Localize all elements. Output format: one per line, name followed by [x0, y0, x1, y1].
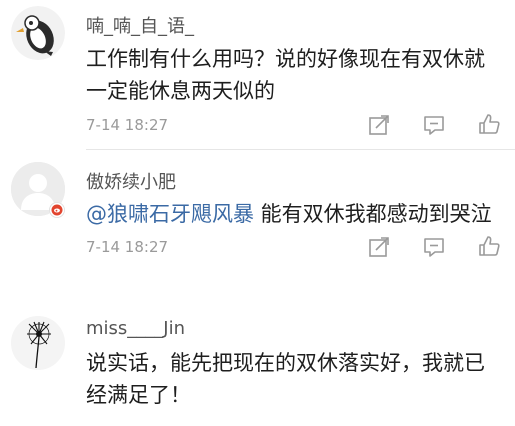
- like-button[interactable]: [478, 113, 500, 135]
- comment-icon: [424, 238, 444, 257]
- ink-dandelion-avatar: [11, 316, 65, 370]
- avatar[interactable]: [11, 316, 65, 370]
- comment-icon: [424, 116, 444, 135]
- penguin-doodle-avatar: [11, 6, 65, 60]
- comment-username[interactable]: miss____Jin: [86, 318, 185, 339]
- mention-link[interactable]: @狼啸石牙飓风暴: [86, 202, 254, 226]
- share-edit-icon: [369, 115, 389, 135]
- comment-text: @狼啸石牙飓风暴 能有双休我都感动到哭泣: [86, 197, 506, 232]
- comment-text-line: 工作制有什么用吗？说的好像现在有双休就: [86, 47, 485, 71]
- weibo-badge-icon: [49, 202, 65, 218]
- comment-text-line: 经满足了！: [86, 383, 191, 407]
- share-edit-icon: [369, 237, 389, 257]
- avatar[interactable]: [11, 6, 65, 60]
- comment-text-line: 一定能休息两天似的: [86, 79, 275, 103]
- reply-button[interactable]: [423, 236, 445, 258]
- comment-text-line: 说实话，能先把现在的双休落实好，我就已: [86, 351, 485, 375]
- thumbs-up-icon: [479, 236, 500, 256]
- forward-button[interactable]: [368, 236, 390, 258]
- reply-button[interactable]: [423, 114, 445, 136]
- comment-username[interactable]: 喃_喃_自_语_: [86, 12, 194, 38]
- comment-timestamp: 7-14 18:27: [86, 116, 169, 134]
- comment-text-body: 能有双休我都感动到哭泣: [254, 202, 492, 226]
- forward-button[interactable]: [368, 114, 390, 136]
- weibo-badge: [49, 202, 65, 218]
- like-button[interactable]: [478, 235, 500, 257]
- thumbs-up-icon: [479, 114, 500, 134]
- comment-timestamp: 7-14 18:27: [86, 238, 169, 256]
- comment-username[interactable]: 傲娇续小肥: [86, 168, 176, 194]
- comment-divider: [86, 149, 515, 150]
